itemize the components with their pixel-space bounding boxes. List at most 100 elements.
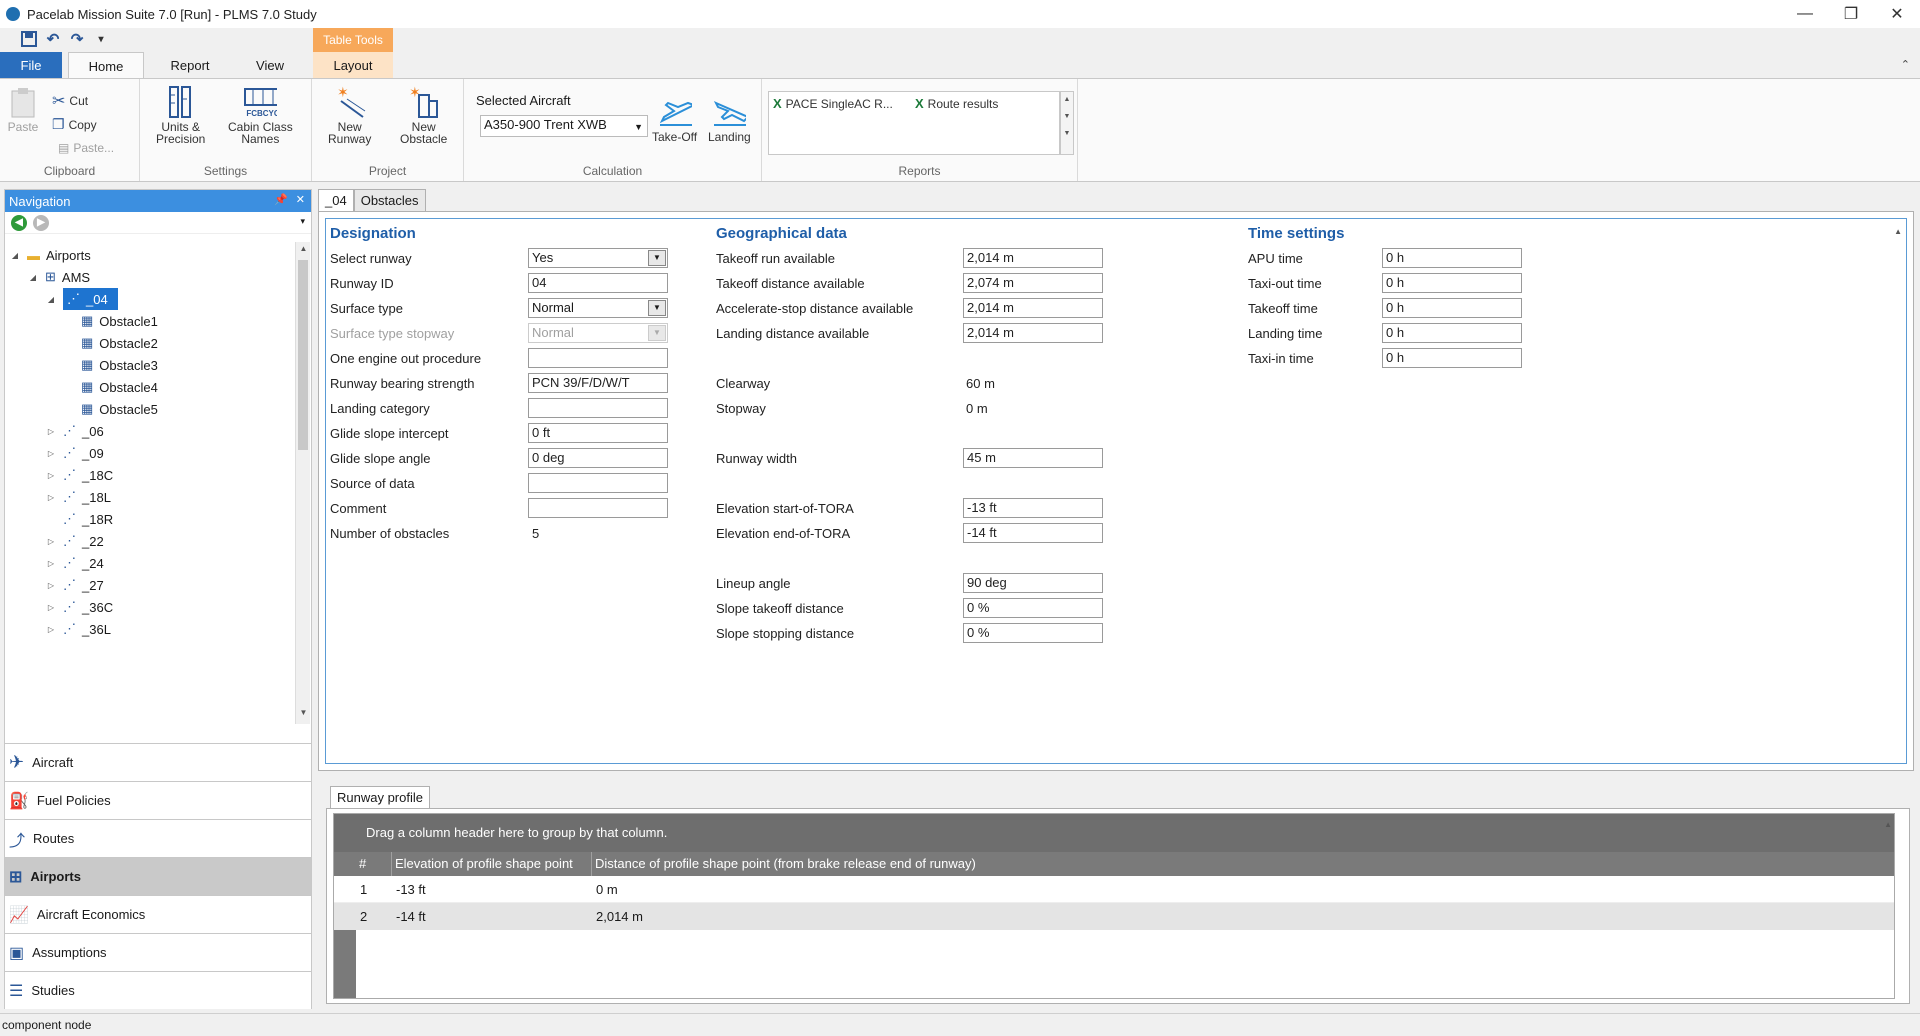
expand-icon[interactable]: ▷ bbox=[45, 493, 57, 502]
distance-cell[interactable]: 0 m bbox=[592, 876, 618, 903]
expand-icon[interactable]: ▷ bbox=[45, 625, 57, 634]
collapse-icon[interactable]: ◢ bbox=[9, 251, 21, 260]
tree-node-runway[interactable]: ▷ ⋰ _22 bbox=[45, 530, 104, 552]
selected-aircraft-dropdown[interactable]: A350-900 Trent XWB ▼ bbox=[480, 115, 648, 137]
tree-node-runway[interactable]: ▷ ⋰ _36C bbox=[45, 596, 113, 618]
runway-width-field[interactable]: 45 m bbox=[963, 448, 1103, 468]
slope-takeoff-field[interactable]: 0 % bbox=[963, 598, 1103, 618]
tree-node-runway[interactable]: ▷ ⋰ _24 bbox=[45, 552, 104, 574]
scrollbar-thumb[interactable] bbox=[298, 260, 308, 450]
toolbar-overflow-icon[interactable]: ▾ bbox=[300, 216, 305, 227]
tab-home[interactable]: Home bbox=[68, 52, 144, 79]
lineup-angle-field[interactable]: 90 deg bbox=[963, 573, 1103, 593]
tab-runway-04[interactable]: _04 bbox=[318, 189, 354, 211]
close-panel-icon[interactable]: ✕ bbox=[296, 193, 305, 206]
elevation-start-field[interactable]: -13 ft bbox=[963, 498, 1103, 518]
tab-file[interactable]: File bbox=[0, 52, 62, 78]
nav-section-airports[interactable]: ⊞ Airports bbox=[5, 857, 311, 895]
comment-field[interactable] bbox=[528, 498, 668, 518]
taxi-out-time-field[interactable]: 0 h bbox=[1382, 273, 1522, 293]
paste-button[interactable]: Paste bbox=[6, 85, 40, 133]
tab-layout[interactable]: Layout bbox=[313, 52, 393, 78]
runway-id-field[interactable]: 04 bbox=[528, 273, 668, 293]
source-of-data-field[interactable] bbox=[528, 473, 668, 493]
tree-node-runway[interactable]: ▷ ⋰ _06 bbox=[45, 420, 104, 442]
apu-time-field[interactable]: 0 h bbox=[1382, 248, 1522, 268]
table-row[interactable]: 1 -13 ft 0 m bbox=[334, 876, 1894, 903]
tree-node-runway-04[interactable]: ◢ ⋰ _04 bbox=[45, 288, 118, 310]
tab-view[interactable]: View bbox=[232, 52, 308, 78]
elevation-end-field[interactable]: -14 ft bbox=[963, 523, 1103, 543]
scroll-up-icon[interactable]: ▲ bbox=[1894, 227, 1902, 236]
lda-field[interactable]: 2,014 m bbox=[963, 323, 1103, 343]
paste-special-button[interactable]: ▤ Paste... bbox=[58, 141, 114, 155]
scroll-up-icon[interactable]: ▲ bbox=[1884, 820, 1892, 829]
chevron-down-icon[interactable]: ▼ bbox=[648, 250, 666, 266]
surface-type-dropdown[interactable]: Normal ▼ bbox=[528, 298, 668, 318]
reports-gallery-scroll[interactable]: ▲ ▼ ▼ bbox=[1060, 91, 1074, 155]
column-header-number[interactable]: # bbox=[356, 852, 392, 876]
chevron-down-icon[interactable]: ▼ bbox=[648, 325, 666, 341]
tree-node-ams[interactable]: ◢ ⊞ AMS bbox=[27, 266, 90, 288]
cut-button[interactable]: ✂ Cut bbox=[52, 91, 88, 111]
one-engine-out-field[interactable] bbox=[528, 348, 668, 368]
glide-intercept-field[interactable]: 0 ft bbox=[528, 423, 668, 443]
tree-node-runway[interactable]: ▷ ⋰ _27 bbox=[45, 574, 104, 596]
scroll-up-icon[interactable]: ▲ bbox=[1061, 96, 1073, 103]
glide-angle-field[interactable]: 0 deg bbox=[528, 448, 668, 468]
tree-node-runway[interactable]: ▷ ⋰ _09 bbox=[45, 442, 104, 464]
tree-node-runway[interactable]: ⋰ _18R bbox=[45, 508, 113, 530]
scroll-up-icon[interactable]: ▲ bbox=[296, 244, 311, 258]
minimize-button[interactable]: — bbox=[1782, 0, 1828, 28]
report-item[interactable]: X Route results bbox=[915, 96, 998, 111]
collapse-icon[interactable]: ◢ bbox=[27, 273, 39, 282]
taxi-in-time-field[interactable]: 0 h bbox=[1382, 348, 1522, 368]
nav-section-aircraft[interactable]: ✈ Aircraft bbox=[5, 743, 311, 781]
back-icon[interactable]: ◀ bbox=[11, 214, 27, 231]
landing-button[interactable]: Landing bbox=[708, 95, 751, 143]
cabin-class-names-button[interactable]: FCBCYC Cabin Class Names bbox=[228, 85, 293, 145]
new-runway-button[interactable]: ✶ New Runway bbox=[328, 85, 371, 145]
takeoff-button[interactable]: Take-Off bbox=[652, 95, 697, 143]
landing-category-field[interactable] bbox=[528, 398, 668, 418]
select-runway-dropdown[interactable]: Yes ▼ bbox=[528, 248, 668, 268]
column-header-elevation[interactable]: Elevation of profile shape point bbox=[392, 852, 592, 876]
tree-node-runway[interactable]: ▷ ⋰ _18L bbox=[45, 486, 111, 508]
tree-node-runway[interactable]: ▷ ⋰ _18C bbox=[45, 464, 113, 486]
redo-icon[interactable]: ↷ bbox=[68, 30, 86, 48]
tab-runway-profile[interactable]: Runway profile bbox=[330, 786, 430, 808]
save-icon[interactable] bbox=[20, 30, 38, 48]
tree-node-obstacle[interactable]: ▦ Obstacle2 bbox=[81, 332, 158, 354]
nav-section-assumptions[interactable]: ▣ Assumptions bbox=[5, 933, 311, 971]
tora-field[interactable]: 2,014 m bbox=[963, 248, 1103, 268]
expand-icon[interactable]: ▷ bbox=[45, 603, 57, 612]
copy-button[interactable]: ❐ Copy bbox=[52, 116, 97, 133]
units-precision-button[interactable]: Units & Precision bbox=[156, 85, 205, 145]
forward-icon[interactable]: ▶ bbox=[33, 214, 49, 231]
distance-cell[interactable]: 2,014 m bbox=[592, 903, 643, 930]
nav-section-fuel-policies[interactable]: ⛽ Fuel Policies bbox=[5, 781, 311, 819]
expand-icon[interactable]: ▷ bbox=[45, 581, 57, 590]
nav-section-routes[interactable]: ⤴ Routes bbox=[5, 819, 311, 857]
chevron-down-icon[interactable]: ▼ bbox=[648, 300, 666, 316]
undo-icon[interactable]: ↶ bbox=[44, 30, 62, 48]
surface-type-stopway-dropdown[interactable]: Normal ▼ bbox=[528, 323, 668, 343]
report-item[interactable]: X PACE SingleAC R... bbox=[773, 96, 893, 111]
elevation-cell[interactable]: -13 ft bbox=[392, 876, 426, 903]
group-by-area[interactable]: Drag a column header here to group by th… bbox=[334, 814, 1894, 852]
pin-icon[interactable]: 📌 bbox=[274, 193, 288, 206]
gallery-expand-icon[interactable]: ▼ bbox=[1061, 130, 1073, 137]
tree-node-obstacle[interactable]: ▦ Obstacle3 bbox=[81, 354, 158, 376]
landing-time-field[interactable]: 0 h bbox=[1382, 323, 1522, 343]
table-row[interactable]: 2 -14 ft 2,014 m bbox=[334, 903, 1894, 930]
new-obstacle-button[interactable]: ✶ New Obstacle bbox=[400, 85, 447, 145]
scroll-down-icon[interactable]: ▼ bbox=[1061, 113, 1073, 120]
close-button[interactable]: ✕ bbox=[1874, 0, 1920, 28]
toda-field[interactable]: 2,074 m bbox=[963, 273, 1103, 293]
maximize-button[interactable]: ❐ bbox=[1828, 0, 1874, 28]
tab-obstacles[interactable]: Obstacles bbox=[353, 189, 426, 211]
collapse-ribbon-icon[interactable]: ⌃ bbox=[1901, 58, 1910, 71]
tree-node-obstacle[interactable]: ▦ Obstacle1 bbox=[81, 310, 158, 332]
tree-node-airports[interactable]: ◢ ▬ Airports bbox=[9, 244, 91, 266]
bearing-strength-field[interactable]: PCN 39/F/D/W/T bbox=[528, 373, 668, 393]
